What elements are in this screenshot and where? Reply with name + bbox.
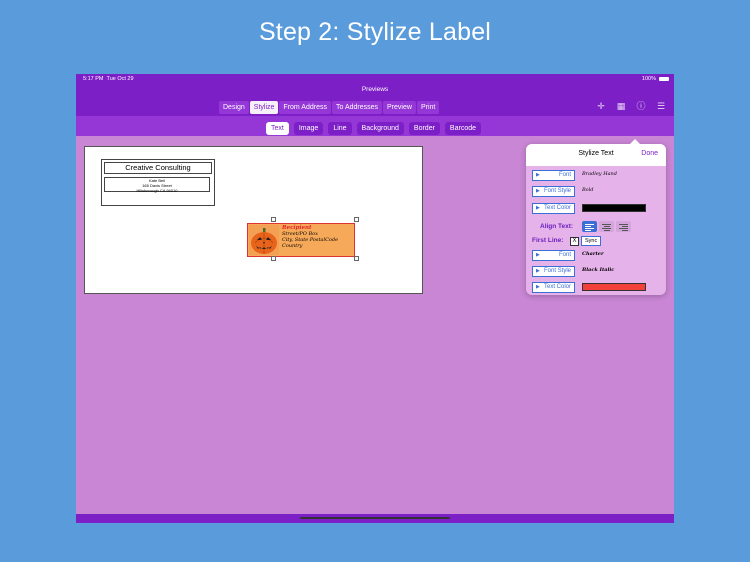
- main-toolbar: Design Stylize From Address To Addresses Pre…: [76, 96, 674, 116]
- align-right-button[interactable]: [616, 221, 631, 232]
- label-canvas[interactable]: Creative Consulting Kate Bell 165 Davis …: [84, 146, 423, 294]
- sub-toolbar: Text Image Line Background Border Barcode: [76, 116, 674, 136]
- align-buttons: [582, 221, 631, 232]
- recipient-lines: Recipient Street/PO Box City, State Post…: [282, 225, 338, 249]
- subtab-border[interactable]: Border: [408, 122, 440, 135]
- pumpkin-image: [249, 225, 279, 255]
- first-font-style-button[interactable]: ▶ Font Style: [532, 266, 575, 277]
- toolbar-icons: ✛ ▦ ⓘ ☰: [596, 101, 666, 111]
- text-color-button[interactable]: ▶ Text Color: [532, 203, 575, 214]
- tab-stylize[interactable]: Stylize: [249, 101, 279, 114]
- move-icon[interactable]: ✛: [596, 101, 606, 111]
- done-button[interactable]: Done: [641, 150, 658, 157]
- subtab-line[interactable]: Line: [328, 122, 352, 135]
- first-font-style-value: Black Italic: [582, 267, 615, 273]
- list-icon[interactable]: ☰: [656, 101, 666, 111]
- disclosure-icon: ▶: [536, 268, 540, 274]
- font-style-value: Bold: [582, 187, 594, 193]
- window-title: Previews: [76, 84, 674, 96]
- disclosure-icon: ▶: [536, 188, 540, 194]
- first-font-value: Charter: [582, 251, 604, 257]
- tab-from-address[interactable]: From Address: [279, 101, 331, 114]
- first-line-label: First Line:: [532, 237, 564, 244]
- battery-percent: 100%: [641, 76, 656, 82]
- main-tabs: Design Stylize From Address To Addresses Pre…: [219, 101, 440, 114]
- status-bar: 5:17 PM Tue Oct 29 100%: [76, 74, 674, 84]
- disclosure-icon: ▶: [536, 252, 540, 258]
- first-text-color-swatch[interactable]: [582, 283, 646, 291]
- sync-button[interactable]: Sync: [581, 236, 602, 246]
- subtab-text[interactable]: Text: [266, 122, 289, 135]
- home-indicator-bar: [76, 514, 674, 523]
- font-style-button[interactable]: ▶ Font Style: [532, 186, 575, 197]
- page-headline: Step 2: Stylize Label: [258, 18, 492, 46]
- help-icon[interactable]: ⓘ: [636, 101, 646, 111]
- return-line: Hillsborough CA 94010: [136, 187, 178, 193]
- ipad-screen: 5:17 PM Tue Oct 29 100% Previews Design S…: [76, 74, 674, 523]
- subtab-image[interactable]: Image: [293, 122, 324, 135]
- align-center-button[interactable]: [599, 221, 614, 232]
- first-line-checkbox[interactable]: X: [570, 237, 579, 246]
- font-value: Bradley Hand: [582, 171, 617, 177]
- resize-handle[interactable]: [354, 256, 359, 261]
- sub-tabs: Text Image Line Background Border Barcode: [266, 122, 481, 135]
- popover-header: Stylize Text Done: [526, 144, 666, 166]
- grid-icon[interactable]: ▦: [616, 101, 626, 111]
- tab-design[interactable]: Design: [219, 101, 249, 114]
- text-color-swatch[interactable]: [582, 204, 646, 212]
- disclosure-icon: ▶: [536, 172, 540, 178]
- resize-handle[interactable]: [271, 256, 276, 261]
- disclosure-icon: ▶: [536, 284, 540, 290]
- resize-handle[interactable]: [271, 217, 276, 222]
- recipient-line: Country: [282, 243, 303, 249]
- return-title: Creative Consulting: [104, 162, 212, 174]
- tab-print[interactable]: Print: [416, 101, 440, 114]
- battery-icon: [659, 77, 669, 81]
- subtab-background[interactable]: Background: [356, 122, 404, 135]
- resize-handle[interactable]: [354, 217, 359, 222]
- return-address-lines: Kate Bell 165 Davis Street Hillsborough …: [104, 177, 210, 192]
- subtab-barcode[interactable]: Barcode: [444, 122, 481, 135]
- status-time: 5:17 PM Tue Oct 29: [83, 76, 134, 82]
- font-button[interactable]: ▶ Font: [532, 170, 575, 181]
- first-font-button[interactable]: ▶ Font: [532, 250, 575, 261]
- tab-preview[interactable]: Preview: [383, 101, 416, 114]
- align-label: Align Text:: [540, 223, 574, 230]
- first-text-color-button[interactable]: ▶ Text Color: [532, 282, 575, 293]
- disclosure-icon: ▶: [536, 205, 540, 211]
- stylize-text-popover: Stylize Text Done ▶ Font Bradley Hand ▶ Fo…: [526, 139, 666, 295]
- tab-to-addresses[interactable]: To Addresses: [332, 101, 383, 114]
- return-address-block[interactable]: Creative Consulting Kate Bell 165 Davis …: [101, 159, 215, 206]
- align-left-button[interactable]: [582, 221, 597, 232]
- recipient-block[interactable]: Recipient Street/PO Box City, State Post…: [247, 223, 355, 257]
- home-indicator[interactable]: [300, 517, 450, 519]
